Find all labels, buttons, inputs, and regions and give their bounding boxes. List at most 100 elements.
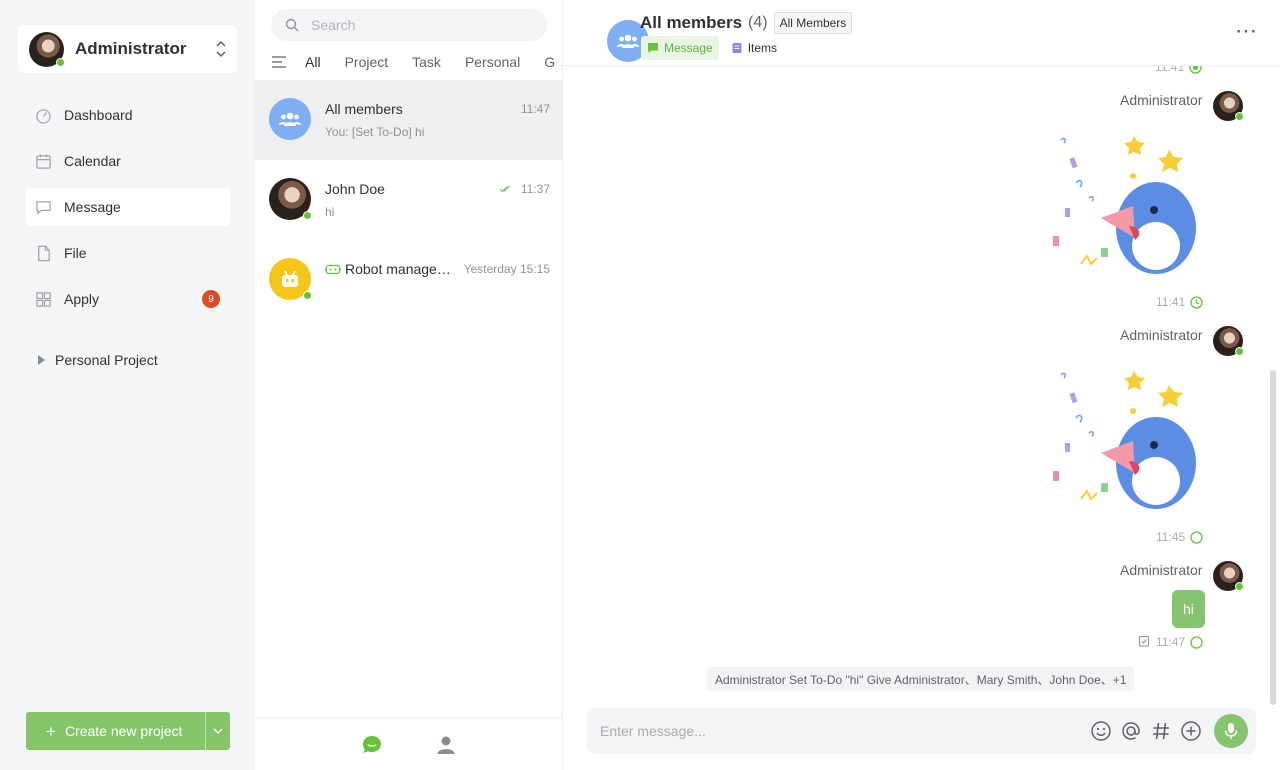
chat-header: All members (4) All Members Message Item… — [563, 0, 1280, 66]
create-project-dropdown[interactable] — [205, 712, 230, 750]
apply-count-badge: 9 — [202, 290, 220, 308]
tab-label: Message — [664, 41, 713, 55]
conversation-filter-tabs: All Project Task Personal G — [272, 52, 563, 72]
message-list: 11:41 Administrator 11:41 Administrator — [563, 66, 1280, 696]
conversation-item-all-members[interactable]: All members 11:47 You: [Set To-Do] hi — [255, 80, 562, 160]
conversation-item-john-doe[interactable]: John Doe 11:37 hi — [255, 160, 562, 240]
tab-message[interactable]: Message — [641, 36, 719, 60]
contact-avatar — [269, 178, 312, 220]
conversation-name-row: Robot manage… — [325, 261, 451, 277]
conversation-item-robot-manager[interactable]: Robot manage… Yesterday 15:15 — [255, 240, 562, 320]
read-check-icon — [499, 185, 510, 193]
online-status-dot — [56, 57, 65, 67]
calendar-icon — [36, 153, 51, 169]
tab-project[interactable]: Project — [345, 54, 389, 70]
robot-avatar — [269, 258, 312, 300]
message-time-row: 11:41 — [1155, 66, 1202, 74]
message-sender: Administrator — [1120, 92, 1203, 108]
user-avatar — [29, 31, 65, 67]
conversation-time: 11:37 — [520, 182, 550, 196]
nav-label: Apply — [64, 291, 100, 307]
create-project-button-group: + Create new project — [26, 712, 230, 750]
read-status-icon — [1190, 635, 1203, 649]
robot-icon — [282, 270, 298, 287]
search-icon — [285, 18, 299, 32]
chevron-down-icon — [213, 728, 223, 734]
search-box[interactable] — [271, 9, 547, 41]
message-time-row: 11:41 — [1156, 295, 1203, 309]
chat-name: All members — [640, 13, 743, 32]
user-switcher[interactable]: Administrator — [18, 25, 237, 73]
sticker-image[interactable] — [1041, 363, 1201, 513]
conversation-name: All members — [325, 101, 403, 117]
sender-avatar[interactable] — [1213, 91, 1244, 121]
user-name: Administrator — [75, 39, 187, 58]
nav-label: Message — [64, 199, 121, 215]
voice-record-button[interactable] — [1214, 714, 1248, 748]
contacts-icon[interactable] — [435, 734, 457, 756]
todo-checkbox-icon[interactable] — [1138, 635, 1150, 647]
nav-item-file[interactable]: File — [26, 234, 230, 272]
conversation-list-panel: All Project Task Personal G All members … — [255, 0, 563, 770]
caret-right-icon — [38, 355, 45, 365]
message-time: 11:41 — [1155, 66, 1185, 74]
menu-lines-icon[interactable] — [272, 56, 286, 68]
main-nav: Dashboard Calendar Message File Apply 9 — [26, 96, 230, 326]
chat-group-avatar[interactable] — [585, 10, 649, 62]
message-icon — [648, 43, 658, 53]
chat-header-tabs: Message Items — [641, 36, 789, 60]
emoji-icon[interactable] — [1090, 720, 1112, 742]
mention-icon[interactable] — [1120, 720, 1142, 742]
tab-items[interactable]: Items — [725, 36, 783, 60]
tab-personal[interactable]: Personal — [465, 54, 520, 70]
chat-panel: All members (4) All Members Message Item… — [563, 0, 1280, 770]
sender-avatar[interactable] — [1213, 326, 1244, 356]
tab-label: Items — [747, 41, 778, 55]
message-icon — [36, 200, 51, 214]
read-status-icon — [1190, 530, 1203, 544]
message-time-row: 11:47 — [1156, 635, 1203, 649]
add-attachment-icon[interactable] — [1180, 720, 1202, 742]
member-count[interactable]: (4) — [748, 14, 768, 32]
create-project-button[interactable]: + Create new project — [26, 712, 205, 750]
more-options-icon[interactable]: ⋯ — [1235, 20, 1258, 42]
tab-all[interactable]: All — [305, 54, 321, 70]
conversation-name: John Doe — [325, 181, 385, 197]
group-avatar — [269, 98, 311, 140]
sender-avatar[interactable] — [1213, 561, 1244, 591]
online-status-dot — [303, 211, 312, 220]
group-icon — [279, 112, 301, 126]
sticker-image[interactable] — [1041, 128, 1201, 278]
create-project-label: Create new project — [64, 723, 183, 739]
group-icon — [617, 34, 639, 48]
message-time: 11:45 — [1156, 530, 1186, 544]
nav-item-calendar[interactable]: Calendar — [26, 142, 230, 180]
message-bubble[interactable]: hi — [1172, 590, 1205, 628]
conversation-time-row: 11:37 — [499, 182, 550, 196]
conversation-time: 11:47 — [520, 102, 550, 116]
tab-group[interactable]: G — [544, 54, 555, 70]
hashtag-icon[interactable] — [1150, 720, 1172, 742]
items-icon — [732, 43, 742, 53]
personal-project-toggle[interactable]: Personal Project — [38, 352, 158, 368]
sidebar: Administrator Dashboard Calendar Message… — [0, 0, 255, 770]
conversation-time: Yesterday 15:15 — [463, 262, 550, 276]
online-status-dot — [1235, 112, 1244, 121]
nav-label: Calendar — [64, 153, 121, 169]
online-status-dot — [1235, 347, 1244, 356]
message-input[interactable] — [600, 723, 1080, 739]
tab-task[interactable]: Task — [412, 54, 441, 70]
chat-bubble-icon[interactable] — [361, 734, 383, 756]
online-status-dot — [1235, 582, 1244, 591]
message-scrollbar[interactable] — [1270, 370, 1276, 705]
apps-grid-icon — [36, 291, 51, 307]
nav-item-message[interactable]: Message — [26, 188, 230, 226]
online-status-dot — [303, 291, 312, 300]
conversation-name: Robot manage… — [345, 261, 451, 277]
nav-item-apply[interactable]: Apply 9 — [26, 280, 230, 318]
nav-item-dashboard[interactable]: Dashboard — [26, 96, 230, 134]
microphone-icon — [1224, 723, 1238, 739]
message-sender: Administrator — [1120, 562, 1203, 578]
read-status-icon — [1190, 295, 1203, 309]
search-input[interactable] — [311, 17, 511, 33]
